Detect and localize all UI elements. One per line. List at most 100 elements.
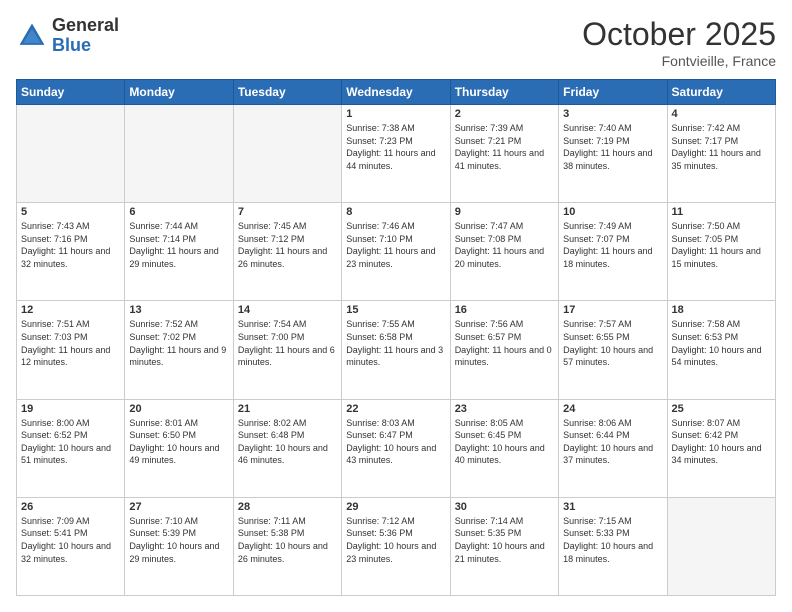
day-number: 5 bbox=[21, 206, 120, 218]
calendar-cell: 3Sunrise: 7:40 AM Sunset: 7:19 PM Daylig… bbox=[559, 105, 667, 203]
calendar-cell: 6Sunrise: 7:44 AM Sunset: 7:14 PM Daylig… bbox=[125, 203, 233, 301]
cell-info: Sunrise: 7:52 AM Sunset: 7:02 PM Dayligh… bbox=[129, 318, 228, 368]
week-row-1: 1 Sunrise: 7:38 AM Sunset: 7:23 PM Daylig… bbox=[17, 105, 776, 203]
cell-info: Sunrise: 7:12 AM Sunset: 5:36 PM Dayligh… bbox=[346, 515, 445, 565]
cell-info: Sunrise: 8:02 AM Sunset: 6:48 PM Dayligh… bbox=[238, 417, 337, 467]
cell-info: Sunrise: 7:09 AM Sunset: 5:41 PM Dayligh… bbox=[21, 515, 120, 565]
calendar-cell: 4 Sunrise: 7:42 AM Sunset: 7:17 PM Daylig… bbox=[667, 105, 775, 203]
day-number: 12 bbox=[21, 304, 120, 316]
logo-icon bbox=[16, 20, 48, 52]
calendar-cell: 5 Sunrise: 7:43 AM Sunset: 7:16 PM Daylig… bbox=[17, 203, 125, 301]
cell-info: Sunrise: 7:14 AM Sunset: 5:35 PM Dayligh… bbox=[455, 515, 554, 565]
calendar-cell: 13 Sunrise: 7:52 AM Sunset: 7:02 PM Dayli… bbox=[125, 301, 233, 399]
cell-info: Sunrise: 7:43 AM Sunset: 7:16 PM Dayligh… bbox=[21, 220, 120, 270]
day-number: 8 bbox=[346, 206, 445, 218]
day-number: 15 bbox=[346, 304, 445, 316]
logo-text: General Blue bbox=[52, 16, 119, 56]
calendar-cell: 16 Sunrise: 7:56 AM Sunset: 6:57 PM Dayli… bbox=[450, 301, 558, 399]
calendar-cell bbox=[233, 105, 341, 203]
calendar-cell bbox=[17, 105, 125, 203]
calendar-cell: 23 Sunrise: 8:05 AM Sunset: 6:45 PM Dayli… bbox=[450, 399, 558, 497]
day-number: 27 bbox=[129, 501, 228, 513]
day-number: 28 bbox=[238, 501, 337, 513]
day-number: 24 bbox=[563, 403, 662, 415]
calendar-cell: 17Sunrise: 7:57 AM Sunset: 6:55 PM Dayli… bbox=[559, 301, 667, 399]
day-number: 25 bbox=[672, 403, 771, 415]
cell-info: Sunrise: 8:05 AM Sunset: 6:45 PM Dayligh… bbox=[455, 417, 554, 467]
logo-blue-text: Blue bbox=[52, 36, 119, 56]
cell-info: Sunrise: 8:03 AM Sunset: 6:47 PM Dayligh… bbox=[346, 417, 445, 467]
calendar-cell: 21 Sunrise: 8:02 AM Sunset: 6:48 PM Dayli… bbox=[233, 399, 341, 497]
day-number: 18 bbox=[672, 304, 771, 316]
calendar-cell: 26 Sunrise: 7:09 AM Sunset: 5:41 PM Dayli… bbox=[17, 497, 125, 595]
location-title: Fontvieille, France bbox=[582, 53, 776, 69]
calendar-cell: 31Sunrise: 7:15 AM Sunset: 5:33 PM Dayli… bbox=[559, 497, 667, 595]
col-header-thursday: Thursday bbox=[450, 80, 558, 105]
col-header-saturday: Saturday bbox=[667, 80, 775, 105]
week-row-2: 5 Sunrise: 7:43 AM Sunset: 7:16 PM Daylig… bbox=[17, 203, 776, 301]
day-number: 2 bbox=[455, 108, 554, 120]
cell-info: Sunrise: 7:55 AM Sunset: 6:58 PM Dayligh… bbox=[346, 318, 445, 368]
week-row-4: 19 Sunrise: 8:00 AM Sunset: 6:52 PM Dayli… bbox=[17, 399, 776, 497]
calendar-cell: 1 Sunrise: 7:38 AM Sunset: 7:23 PM Daylig… bbox=[342, 105, 450, 203]
calendar-cell: 15 Sunrise: 7:55 AM Sunset: 6:58 PM Dayli… bbox=[342, 301, 450, 399]
calendar-cell: 19 Sunrise: 8:00 AM Sunset: 6:52 PM Dayli… bbox=[17, 399, 125, 497]
day-number: 23 bbox=[455, 403, 554, 415]
day-number: 29 bbox=[346, 501, 445, 513]
day-number: 14 bbox=[238, 304, 337, 316]
logo: General Blue bbox=[16, 16, 119, 56]
col-header-wednesday: Wednesday bbox=[342, 80, 450, 105]
cell-info: Sunrise: 7:10 AM Sunset: 5:39 PM Dayligh… bbox=[129, 515, 228, 565]
cell-info: Sunrise: 7:11 AM Sunset: 5:38 PM Dayligh… bbox=[238, 515, 337, 565]
calendar-cell: 22Sunrise: 8:03 AM Sunset: 6:47 PM Dayli… bbox=[342, 399, 450, 497]
cell-info: Sunrise: 7:49 AM Sunset: 7:07 PM Dayligh… bbox=[563, 220, 662, 270]
day-number: 16 bbox=[455, 304, 554, 316]
cell-info: Sunrise: 7:56 AM Sunset: 6:57 PM Dayligh… bbox=[455, 318, 554, 368]
page: General Blue October 2025 Fontvieille, F… bbox=[0, 0, 792, 612]
day-number: 7 bbox=[238, 206, 337, 218]
calendar-cell: 10 Sunrise: 7:49 AM Sunset: 7:07 PM Dayli… bbox=[559, 203, 667, 301]
cell-info: Sunrise: 7:58 AM Sunset: 6:53 PM Dayligh… bbox=[672, 318, 771, 368]
calendar-cell: 14 Sunrise: 7:54 AM Sunset: 7:00 PM Dayli… bbox=[233, 301, 341, 399]
day-number: 13 bbox=[129, 304, 228, 316]
cell-info: Sunrise: 7:42 AM Sunset: 7:17 PM Dayligh… bbox=[672, 122, 771, 172]
day-number: 1 bbox=[346, 108, 445, 120]
day-number: 19 bbox=[21, 403, 120, 415]
cell-info: Sunrise: 8:01 AM Sunset: 6:50 PM Dayligh… bbox=[129, 417, 228, 467]
cell-info: Sunrise: 7:15 AM Sunset: 5:33 PM Dayligh… bbox=[563, 515, 662, 565]
col-header-friday: Friday bbox=[559, 80, 667, 105]
title-block: October 2025 Fontvieille, France bbox=[582, 16, 776, 69]
cell-info: Sunrise: 7:57 AM Sunset: 6:55 PM Dayligh… bbox=[563, 318, 662, 368]
col-header-tuesday: Tuesday bbox=[233, 80, 341, 105]
calendar-cell: 9Sunrise: 7:47 AM Sunset: 7:08 PM Daylig… bbox=[450, 203, 558, 301]
calendar-cell: 7Sunrise: 7:45 AM Sunset: 7:12 PM Daylig… bbox=[233, 203, 341, 301]
calendar-cell: 8Sunrise: 7:46 AM Sunset: 7:10 PM Daylig… bbox=[342, 203, 450, 301]
calendar-header-row: SundayMondayTuesdayWednesdayThursdayFrid… bbox=[17, 80, 776, 105]
cell-info: Sunrise: 8:06 AM Sunset: 6:44 PM Dayligh… bbox=[563, 417, 662, 467]
day-number: 9 bbox=[455, 206, 554, 218]
cell-info: Sunrise: 7:44 AM Sunset: 7:14 PM Dayligh… bbox=[129, 220, 228, 270]
week-row-3: 12Sunrise: 7:51 AM Sunset: 7:03 PM Dayli… bbox=[17, 301, 776, 399]
day-number: 21 bbox=[238, 403, 337, 415]
logo-general-text: General bbox=[52, 16, 119, 36]
day-number: 10 bbox=[563, 206, 662, 218]
calendar-cell bbox=[667, 497, 775, 595]
day-number: 4 bbox=[672, 108, 771, 120]
day-number: 3 bbox=[563, 108, 662, 120]
col-header-sunday: Sunday bbox=[17, 80, 125, 105]
calendar-cell: 30 Sunrise: 7:14 AM Sunset: 5:35 PM Dayli… bbox=[450, 497, 558, 595]
cell-info: Sunrise: 7:38 AM Sunset: 7:23 PM Dayligh… bbox=[346, 122, 445, 172]
day-number: 30 bbox=[455, 501, 554, 513]
calendar-cell bbox=[125, 105, 233, 203]
day-number: 20 bbox=[129, 403, 228, 415]
cell-info: Sunrise: 8:00 AM Sunset: 6:52 PM Dayligh… bbox=[21, 417, 120, 467]
cell-info: Sunrise: 7:39 AM Sunset: 7:21 PM Dayligh… bbox=[455, 122, 554, 172]
month-title: October 2025 bbox=[582, 16, 776, 53]
calendar-cell: 20 Sunrise: 8:01 AM Sunset: 6:50 PM Dayli… bbox=[125, 399, 233, 497]
col-header-monday: Monday bbox=[125, 80, 233, 105]
cell-info: Sunrise: 7:54 AM Sunset: 7:00 PM Dayligh… bbox=[238, 318, 337, 368]
week-row-5: 26 Sunrise: 7:09 AM Sunset: 5:41 PM Dayli… bbox=[17, 497, 776, 595]
calendar-cell: 12Sunrise: 7:51 AM Sunset: 7:03 PM Dayli… bbox=[17, 301, 125, 399]
calendar-cell: 24 Sunrise: 8:06 AM Sunset: 6:44 PM Dayli… bbox=[559, 399, 667, 497]
day-number: 26 bbox=[21, 501, 120, 513]
